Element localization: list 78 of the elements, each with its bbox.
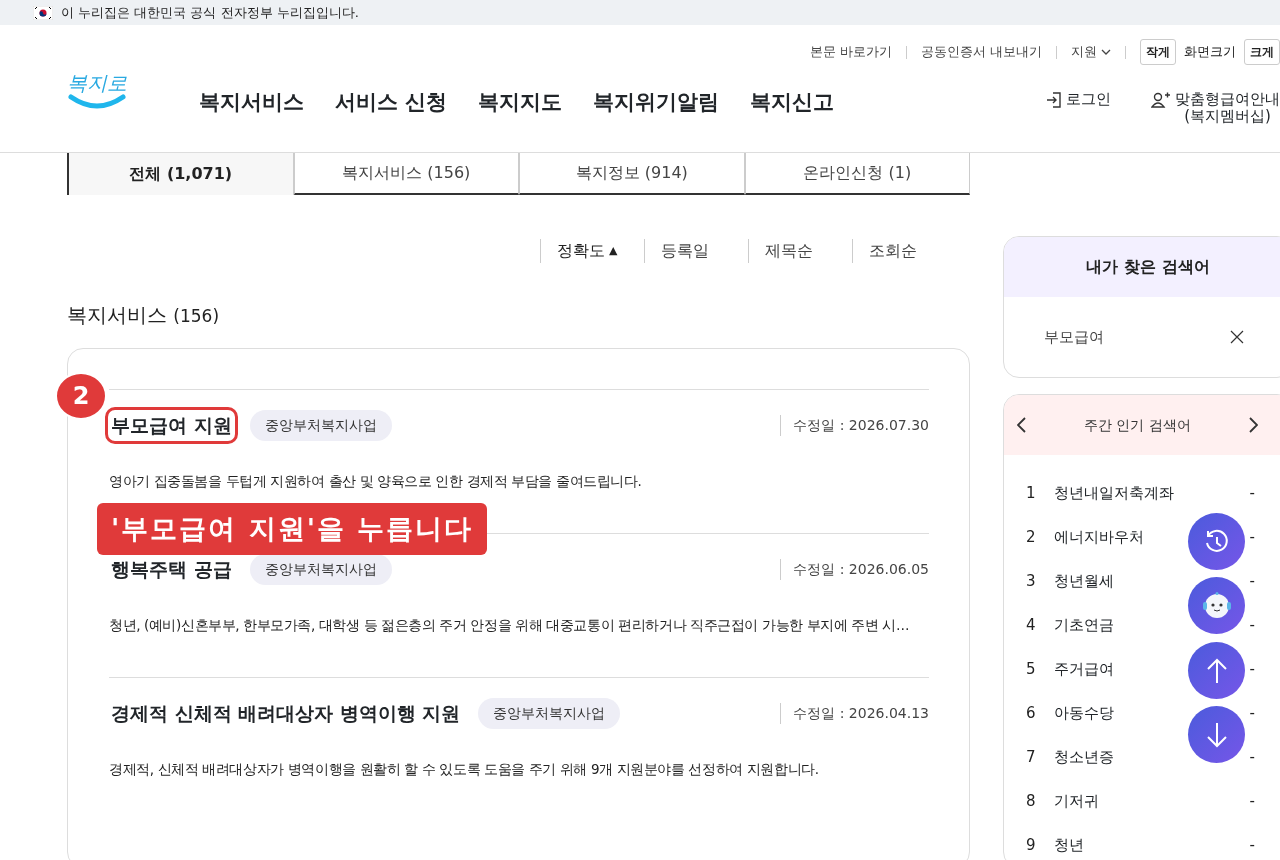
popular-search-term[interactable]: 기저귀: [1054, 789, 1099, 813]
rank-change: -: [1249, 570, 1255, 592]
result-tab[interactable]: 복지정보 (914): [519, 153, 745, 195]
rank-number: 4: [1026, 614, 1037, 636]
flag-icon: [33, 5, 53, 20]
support-dropdown[interactable]: 지원: [1071, 42, 1111, 62]
membership-link[interactable]: 맞춤형급여안내 (복지멤버십): [1151, 91, 1280, 124]
popular-search-term[interactable]: 청년: [1054, 833, 1084, 857]
sort-option[interactable]: 조회순: [869, 239, 917, 263]
chevron-right-icon: [1247, 417, 1258, 433]
rank-change: -: [1249, 834, 1255, 856]
modified-date: 수정일 : 2026.06.05: [780, 559, 929, 580]
chevron-left-icon: [1017, 417, 1028, 433]
font-size-label: 화면크기: [1184, 43, 1236, 62]
category-tag: 중앙부처복지사업: [249, 410, 392, 441]
rank-number: 1: [1026, 482, 1037, 504]
rank-number: 7: [1026, 746, 1037, 768]
sort-option[interactable]: 정확도 ▲: [557, 239, 618, 263]
next-button[interactable]: [1246, 416, 1259, 434]
chevron-down-icon: [1101, 48, 1111, 56]
utility-link[interactable]: 본문 바로가기: [809, 42, 892, 62]
panel-title: 내가 찾은 검색어: [1004, 237, 1280, 297]
rank-change: -: [1249, 658, 1255, 680]
instruction-callout: '부모급여 지원'을 누릅니다: [97, 503, 488, 555]
result-summary: 청년, (예비)신혼부부, 한부모가족, 대학생 등 젊은층의 주거 안정을 위해 대중교통이 편리하거나 직주근접이 가능한 부지에 주변 시…: [109, 616, 910, 635]
category-tag: 중앙부처복지사업: [249, 554, 392, 585]
utility-link[interactable]: 공동인증서 내보내기: [920, 42, 1042, 62]
rank-change: -: [1249, 790, 1255, 812]
result-tab[interactable]: 온라인신청 (1): [744, 153, 970, 195]
popular-search-term[interactable]: 청소년증: [1054, 745, 1114, 769]
result-tab[interactable]: 복지서비스 (156): [293, 153, 519, 195]
main-nav-link[interactable]: 복지신고: [750, 87, 835, 119]
popular-search-term[interactable]: 청년내일저축계좌: [1054, 481, 1174, 505]
recent-search-term[interactable]: 부모급여: [1044, 325, 1104, 349]
result-title-link[interactable]: 경제적 신체적 배려대상자 병역이행 지원: [109, 699, 463, 728]
login-icon: [1046, 91, 1062, 109]
close-icon: [1230, 330, 1244, 344]
step-badge: 2: [55, 372, 107, 420]
rank-change: -: [1249, 614, 1255, 636]
category-tag: 중앙부처복지사업: [478, 698, 621, 729]
rank-number: 8: [1026, 790, 1037, 812]
popular-search-term[interactable]: 청년월세: [1054, 569, 1114, 593]
rank-change: -: [1249, 702, 1255, 724]
result-title-link[interactable]: 행복주택 공급: [109, 555, 234, 584]
main-nav-link[interactable]: 서비스 신청: [335, 87, 448, 119]
rank-number: 9: [1026, 834, 1037, 856]
main-nav-link[interactable]: 복지지도: [478, 87, 563, 119]
robot-icon: [1202, 591, 1231, 620]
popular-search-term[interactable]: 에너지바우처: [1054, 525, 1144, 549]
rank-number: 2: [1026, 526, 1037, 548]
login-link[interactable]: 로그인: [1046, 91, 1111, 109]
popular-search-term[interactable]: 기초연금: [1054, 613, 1114, 637]
rank-number: 6: [1026, 702, 1037, 724]
result-summary: 영아기 집중돌봄을 두텁게 지원하여 출산 및 양육으로 인한 경제적 부담을 줄여드립니다.: [109, 472, 642, 491]
person-add-icon: [1151, 91, 1171, 109]
remove-button[interactable]: [1229, 329, 1245, 345]
modified-date: 수정일 : 2026.04.13: [780, 703, 929, 724]
font-size-button[interactable]: 작게: [1140, 39, 1176, 65]
sort-option[interactable]: 등록일: [661, 239, 709, 263]
panel-title: 주간 인기 검색어: [1083, 415, 1192, 435]
smile-icon: [68, 93, 126, 109]
previous-button[interactable]: [1016, 416, 1029, 434]
section-title: 복지서비스 (156): [67, 302, 221, 329]
modified-date: 수정일 : 2026.07.30: [780, 415, 929, 436]
rank-number: 3: [1026, 570, 1037, 592]
popular-search-term[interactable]: 아동수당: [1054, 701, 1114, 725]
font-size-button[interactable]: 크게: [1244, 39, 1280, 65]
main-nav-link[interactable]: 복지위기알림: [593, 87, 720, 119]
main-nav-link[interactable]: 복지서비스: [199, 87, 304, 119]
rank-number: 5: [1026, 658, 1037, 680]
rank-change: -: [1249, 746, 1255, 768]
rank-change: -: [1249, 482, 1255, 504]
result-summary: 경제적, 신체적 배려대상자가 병역이행을 원활히 할 수 있도록 도움을 주기 위해 9개 지원분야를 선정하여 지원합니다.: [109, 760, 819, 779]
sort-option[interactable]: 제목순: [765, 239, 813, 263]
rank-change: -: [1249, 526, 1255, 548]
popular-search-term[interactable]: 주거급여: [1054, 657, 1114, 681]
result-tab[interactable]: 전체 (1,071): [67, 153, 294, 195]
banner-text: 이 누리집은 대한민국 공식 전자정부 누리집입니다.: [61, 3, 359, 22]
